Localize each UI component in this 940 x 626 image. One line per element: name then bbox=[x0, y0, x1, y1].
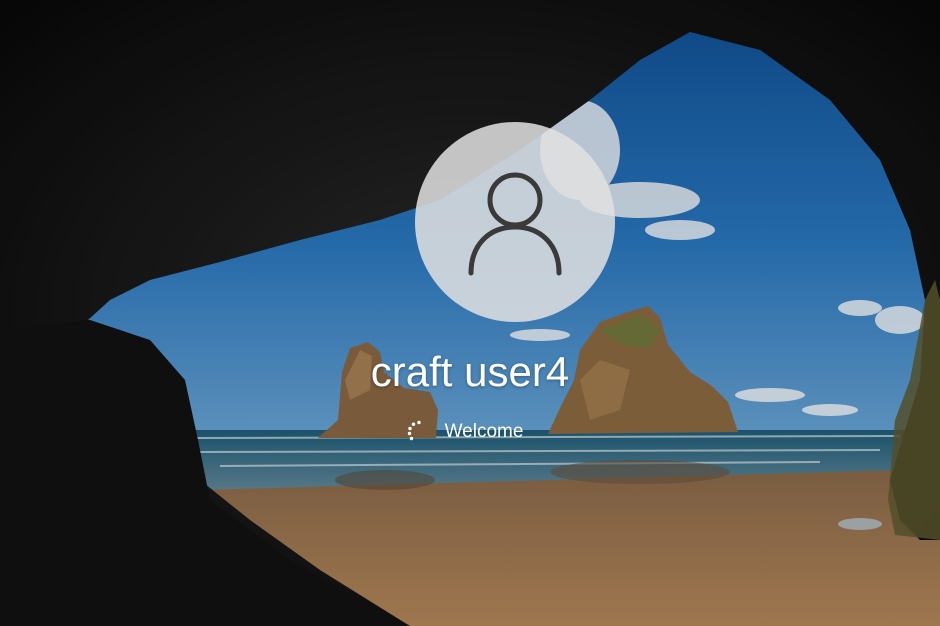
status-text: Welcome bbox=[444, 421, 524, 442]
lock-screen-background bbox=[0, 0, 940, 626]
username: craft user4 bbox=[370, 348, 570, 395]
user-silhouette-icon bbox=[468, 172, 562, 276]
status-row: Welcome bbox=[0, 420, 940, 444]
user-avatar bbox=[415, 122, 615, 322]
spinner-icon bbox=[407, 420, 421, 441]
